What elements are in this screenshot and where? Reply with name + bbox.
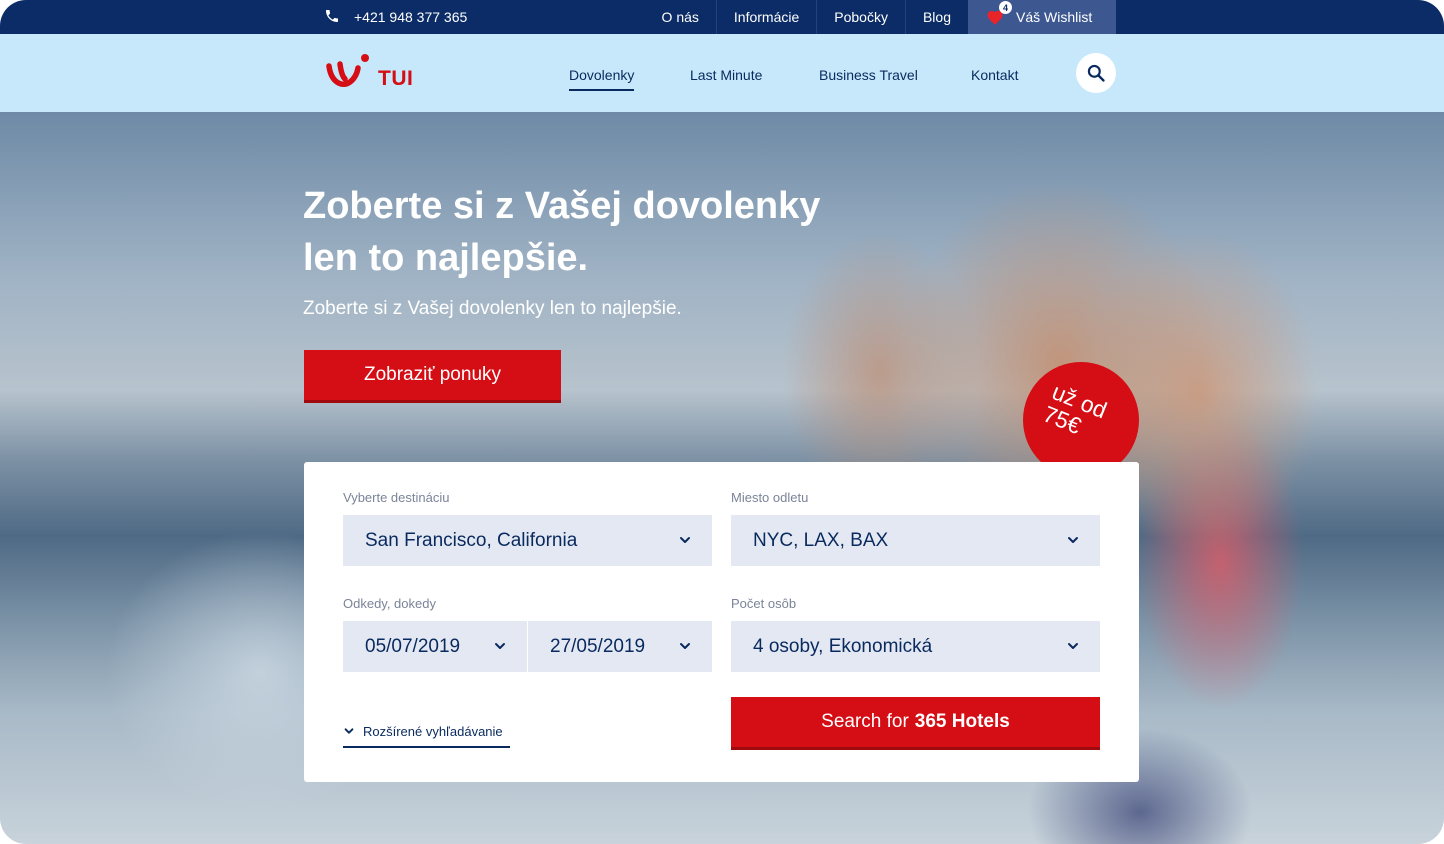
page-frame: +421 948 377 365 O nás Informácie Pobočk… (0, 0, 1444, 844)
search-button[interactable] (1076, 53, 1116, 93)
show-offers-button[interactable]: Zobraziť ponuky (304, 350, 561, 403)
chevron-down-icon (344, 728, 354, 734)
nav-item-dovolenky[interactable]: Dovolenky (569, 67, 635, 91)
date-to-value: 27/05/2019 (550, 635, 646, 657)
chevron-down-icon (1068, 643, 1078, 649)
tui-logo[interactable]: TUI (326, 52, 413, 92)
people-select[interactable]: 4 osoby, Ekonomická (731, 621, 1100, 672)
people-value: 4 osoby, Ekonomická (753, 635, 933, 657)
top-link-blog[interactable]: Blog (904, 0, 968, 34)
search-icon (1087, 64, 1105, 82)
top-link-informacie[interactable]: Informácie (715, 0, 816, 34)
destination-select[interactable]: San Francisco, California (343, 515, 712, 566)
top-link-pobocky[interactable]: Pobočky (816, 0, 905, 34)
top-links: O nás Informácie Pobočky Blog (645, 0, 968, 34)
logo-wordmark: TUI (378, 67, 414, 90)
top-link-o-nas[interactable]: O nás (645, 0, 716, 34)
nav-item-business-travel[interactable]: Business Travel (819, 67, 918, 83)
date-from-value: 05/07/2019 (365, 635, 461, 657)
search-hotels-count: 365 Hotels (914, 711, 1010, 732)
chevron-down-icon (1068, 537, 1078, 543)
date-from-select[interactable]: 05/07/2019 (343, 621, 527, 672)
tui-smile-logo-icon (326, 54, 369, 88)
phone-icon (324, 8, 340, 27)
heart-icon: 4 (986, 1, 1012, 25)
hero-subtitle: Zoberte si z Vašej dovolenky len to najl… (303, 298, 682, 319)
date-to-select[interactable]: 27/05/2019 (528, 621, 712, 672)
search-hotels-button[interactable]: Search for 365 Hotels (731, 697, 1100, 750)
destination-value: San Francisco, California (365, 529, 578, 551)
search-hotels-prefix: Search for (821, 711, 909, 732)
nav-item-kontakt[interactable]: Kontakt (971, 67, 1018, 83)
top-utility-bar: +421 948 377 365 O nás Informácie Pobočk… (0, 0, 1444, 34)
chevron-down-icon (680, 643, 690, 649)
price-badge: už od 75€ (1023, 362, 1139, 478)
people-label: Počet osôb (731, 596, 797, 611)
price-badge-text: už od 75€ (1040, 378, 1111, 445)
advanced-search-label: Rozšírené vyhľadávanie (363, 723, 503, 739)
wishlist-label: Váš Wishlist (1016, 9, 1093, 25)
departure-select[interactable]: NYC, LAX, BAX (731, 515, 1100, 566)
advanced-search-toggle[interactable]: Rozšírené vyhľadávanie (343, 716, 510, 748)
destination-label: Vyberte destináciu (343, 490, 450, 505)
departure-value: NYC, LAX, BAX (753, 529, 889, 551)
phone-link[interactable]: +421 948 377 365 (324, 0, 467, 34)
main-nav: TUI Dovolenky Last Minute Business Trave… (0, 34, 1444, 112)
dates-label: Odkedy, dokedy (343, 596, 436, 611)
hero-title: Zoberte si z Vašej dovolenky len to najl… (303, 185, 821, 279)
phone-number: +421 948 377 365 (354, 9, 468, 25)
chevron-down-icon (495, 643, 505, 649)
departure-label: Miesto odletu (731, 490, 809, 505)
search-form-card: Vyberte destináciu San Francisco, Califo… (304, 462, 1139, 782)
chevron-down-icon (680, 537, 690, 543)
nav-item-last-minute[interactable]: Last Minute (690, 67, 762, 83)
wishlist-button[interactable]: 4 Váš Wishlist (968, 0, 1116, 34)
wishlist-count-badge: 4 (999, 1, 1012, 14)
